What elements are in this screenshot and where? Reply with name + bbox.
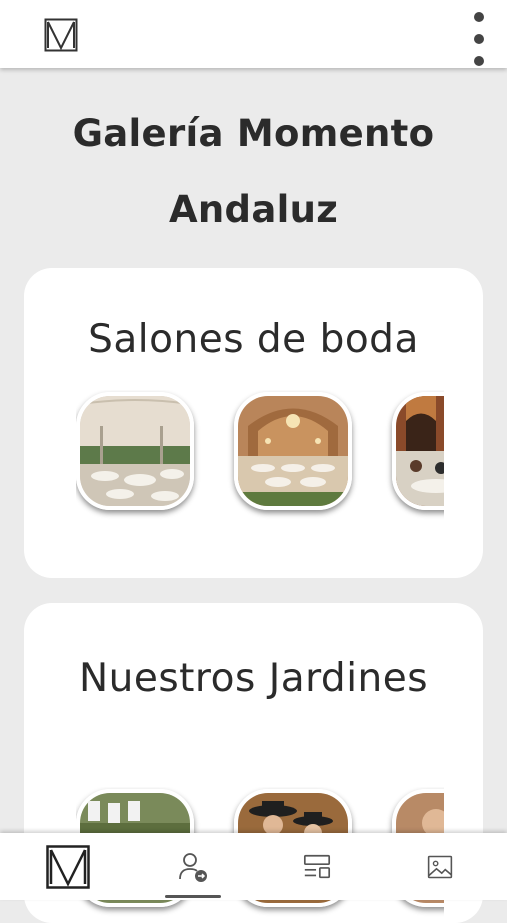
image-gallery-icon <box>427 855 453 878</box>
nav-gallery[interactable] <box>400 833 480 900</box>
section-title: Nuestros Jardines <box>78 656 429 701</box>
monogram-logo-icon <box>46 844 90 889</box>
more-vertical-icon[interactable] <box>467 12 491 66</box>
monogram-logo-icon[interactable] <box>44 18 78 52</box>
ornate-ballroom-photo[interactable] <box>234 392 352 510</box>
nav-home[interactable] <box>28 833 108 900</box>
layout-list-icon <box>303 854 331 878</box>
top-app-bar <box>0 0 507 68</box>
section-title: Salones de boda <box>88 317 419 362</box>
page-title: Galería Momento Andaluz <box>72 112 435 231</box>
courtyard-guests-photo[interactable] <box>392 392 444 510</box>
nav-layout[interactable] <box>277 833 357 900</box>
section-card-salones: Salones de boda <box>24 268 483 578</box>
nav-account[interactable] <box>153 833 233 900</box>
user-arrow-icon <box>179 852 207 882</box>
bottom-navigation <box>0 833 507 900</box>
wedding-tent-hall-photo[interactable] <box>76 392 194 510</box>
active-tab-indicator <box>165 895 221 898</box>
image-carousel[interactable] <box>76 390 444 524</box>
